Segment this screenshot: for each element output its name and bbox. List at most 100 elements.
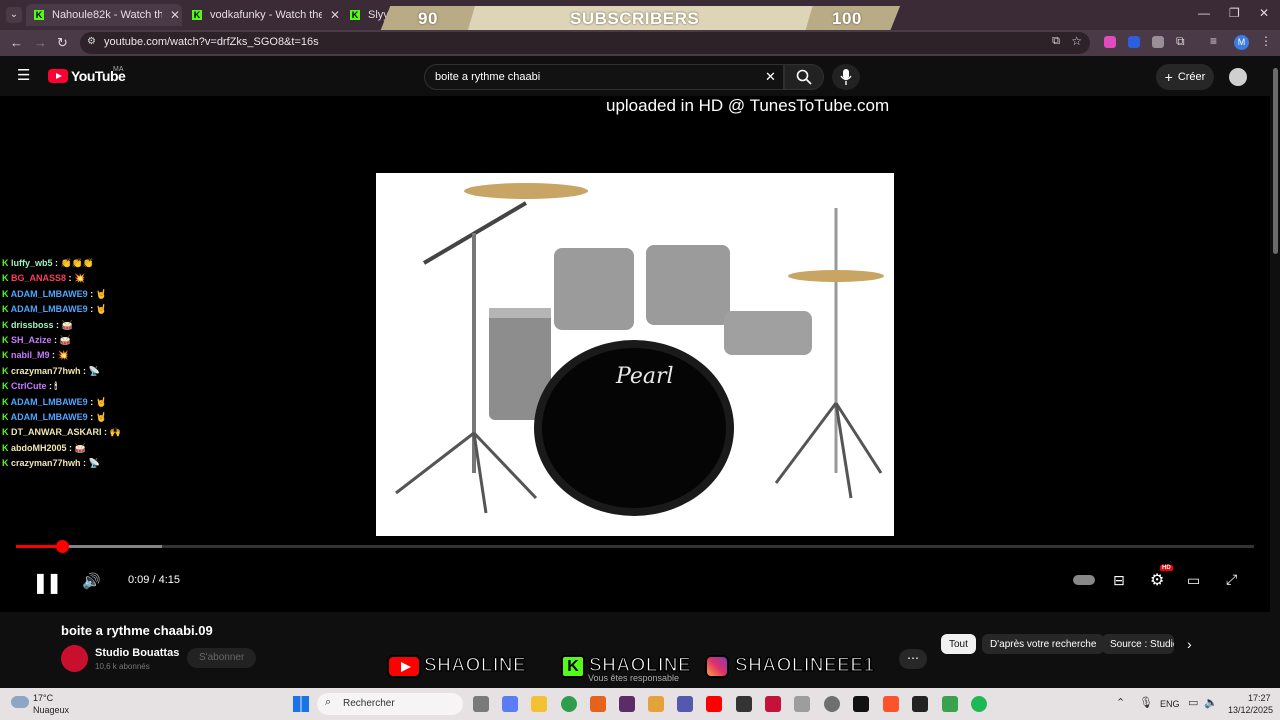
extensions-puzzle-icon[interactable]: ⧉ <box>1176 34 1185 49</box>
voice-search-button[interactable] <box>832 64 860 90</box>
chat-username[interactable]: ADAM_LMBAWE9 <box>11 304 88 314</box>
extension-icon[interactable] <box>1104 36 1116 48</box>
site-info-icon[interactable]: ⚙ <box>87 36 96 47</box>
app-icon[interactable] <box>736 696 752 712</box>
page-scrollbar[interactable] <box>1270 56 1280 688</box>
app-icon[interactable] <box>824 696 840 712</box>
copilot-icon[interactable] <box>502 696 518 712</box>
subscriber-current-count: 90 <box>418 9 438 28</box>
browser-tab[interactable]: K Nahoule82k - Watch the VOD o ✕ <box>26 4 182 26</box>
extension-icon[interactable] <box>1128 36 1140 48</box>
youtube-social-icon <box>387 655 421 678</box>
chat-username[interactable]: SH_Azize <box>11 335 52 345</box>
chat-username[interactable]: abdoMH2005 <box>11 443 67 453</box>
app-icon[interactable] <box>765 696 781 712</box>
more-actions-button[interactable]: ⋯ <box>899 649 927 669</box>
tray-overflow-icon[interactable]: ⌃ <box>1116 696 1125 709</box>
channel-name[interactable]: Studio Bouattas <box>95 647 179 659</box>
reading-list-icon[interactable]: ≡ <box>1210 34 1217 48</box>
youtube-app-icon[interactable] <box>706 696 722 712</box>
chat-username[interactable]: ADAM_LMBAWE9 <box>11 397 88 407</box>
app-icon[interactable] <box>853 696 869 712</box>
app-icon[interactable] <box>942 696 958 712</box>
chat-username[interactable]: DT_ANWAR_ASKARI <box>11 427 102 437</box>
chat-username[interactable]: crazyman77hwh <box>11 366 81 376</box>
youtube-logo-icon[interactable] <box>48 69 68 83</box>
bookmark-star-icon[interactable]: ☆ <box>1071 34 1082 48</box>
browser-menu-icon[interactable]: ⋮ <box>1260 34 1272 48</box>
search-input[interactable]: boite a rythme chaabi ✕ <box>424 64 784 90</box>
chat-username[interactable]: crazyman77hwh <box>11 458 81 468</box>
spotify-icon[interactable] <box>971 696 987 712</box>
weather-cloud-icon[interactable] <box>11 696 29 708</box>
profile-avatar[interactable]: M <box>1234 35 1249 50</box>
social-banner-overlay: SHAOLINE K SHAOLINE SHAOLINEEE1 <box>385 652 895 680</box>
tray-volume-icon[interactable]: 🔈 <box>1204 696 1218 709</box>
back-icon[interactable]: ← <box>10 35 23 50</box>
install-icon[interactable]: ⧉ <box>1052 35 1060 48</box>
banner-instagram-handle: SHAOLINEEE1 <box>734 654 875 677</box>
scrollbar-thumb[interactable] <box>1273 68 1278 254</box>
chip-all[interactable]: Tout <box>941 634 976 654</box>
keyboard-language[interactable]: ENG <box>1160 699 1180 709</box>
clock-time[interactable]: 17:27 <box>1248 693 1271 703</box>
hamburger-menu-icon[interactable]: ☰ <box>17 66 30 84</box>
chip-from-search[interactable]: D'après votre recherche <box>982 634 1105 654</box>
app-icon[interactable] <box>590 696 606 712</box>
settings-gear-icon[interactable]: ⚙ <box>1150 570 1164 590</box>
brave-icon[interactable] <box>883 696 899 712</box>
forward-icon[interactable]: → <box>34 35 47 50</box>
extension-icon[interactable] <box>1152 36 1164 48</box>
close-tab-icon[interactable]: ✕ <box>330 8 340 22</box>
file-explorer-icon[interactable] <box>531 696 547 712</box>
chat-username[interactable]: drissboss <box>11 320 54 330</box>
progress-scrubber[interactable] <box>56 540 69 553</box>
task-view-icon[interactable] <box>473 696 489 712</box>
chat-username[interactable]: nabil_M9 <box>11 350 50 360</box>
address-bar[interactable]: ⚙ youtube.com/watch?v=drfZks_SGO8&t=16s … <box>80 32 1090 54</box>
pause-icon[interactable]: ❚❚ <box>32 570 62 595</box>
account-avatar[interactable] <box>1229 68 1247 86</box>
chat-username[interactable]: ADAM_LMBAWE9 <box>11 289 88 299</box>
subtitles-icon[interactable]: ⊟ <box>1113 572 1125 589</box>
minimize-icon[interactable]: — <box>1198 6 1210 20</box>
windows-start-icon[interactable] <box>293 696 309 712</box>
progress-track[interactable] <box>16 545 1254 548</box>
chat-username[interactable]: ADAM_LMBAWE9 <box>11 412 88 422</box>
maximize-icon[interactable]: ❐ <box>1229 6 1240 20</box>
search-button[interactable] <box>784 64 824 90</box>
close-tab-icon[interactable]: ✕ <box>170 8 180 22</box>
app-icon[interactable] <box>794 696 810 712</box>
kick-badge-icon: K <box>2 258 11 268</box>
chrome-icon[interactable] <box>561 696 577 712</box>
autoplay-toggle[interactable] <box>1073 575 1095 585</box>
plus-icon: + <box>1164 69 1173 85</box>
tray-mic-icon[interactable]: 🎙 <box>1139 696 1153 709</box>
reload-icon[interactable]: ↻ <box>57 35 68 51</box>
browser-tab[interactable]: K vodkafunky - Watch the VOD o ✕ <box>186 4 342 26</box>
fullscreen-icon[interactable]: ⤢ <box>1226 571 1237 588</box>
app-icon[interactable] <box>619 696 635 712</box>
drum-kit-illustration: Pearl <box>395 183 884 516</box>
create-button[interactable]: + Créer <box>1156 64 1214 90</box>
subscribe-button[interactable]: S'abonner <box>187 648 257 668</box>
weather-temperature: 17°C <box>33 693 54 703</box>
theater-mode-icon[interactable]: ▭ <box>1187 572 1200 589</box>
chat-username[interactable]: luffy_wb5 <box>11 258 53 268</box>
volume-icon[interactable]: 🔊 <box>82 572 101 590</box>
chip-source[interactable]: Source : Studio <box>1102 634 1174 654</box>
channel-avatar[interactable] <box>61 645 88 672</box>
taskbar-search[interactable]: ⌕ Rechercher <box>317 693 463 715</box>
chat-username[interactable]: BG_ANASS8 <box>11 273 66 283</box>
chat-username[interactable]: CtrlCute <box>11 381 47 391</box>
close-window-icon[interactable]: ✕ <box>1259 6 1269 20</box>
clear-search-icon[interactable]: ✕ <box>765 69 776 85</box>
app-icon[interactable] <box>648 696 664 712</box>
chevron-right-icon[interactable]: › <box>1187 636 1192 652</box>
tray-display-icon[interactable]: ▭ <box>1188 696 1198 709</box>
clock-date[interactable]: 13/12/2025 <box>1228 705 1273 715</box>
app-icon[interactable] <box>912 696 928 712</box>
teams-icon[interactable] <box>677 696 693 712</box>
video-player[interactable]: uploaded in HD @ TunesToTube.com Pearl K… <box>0 96 1270 612</box>
tab-list-button[interactable]: ⌄ <box>6 7 22 23</box>
